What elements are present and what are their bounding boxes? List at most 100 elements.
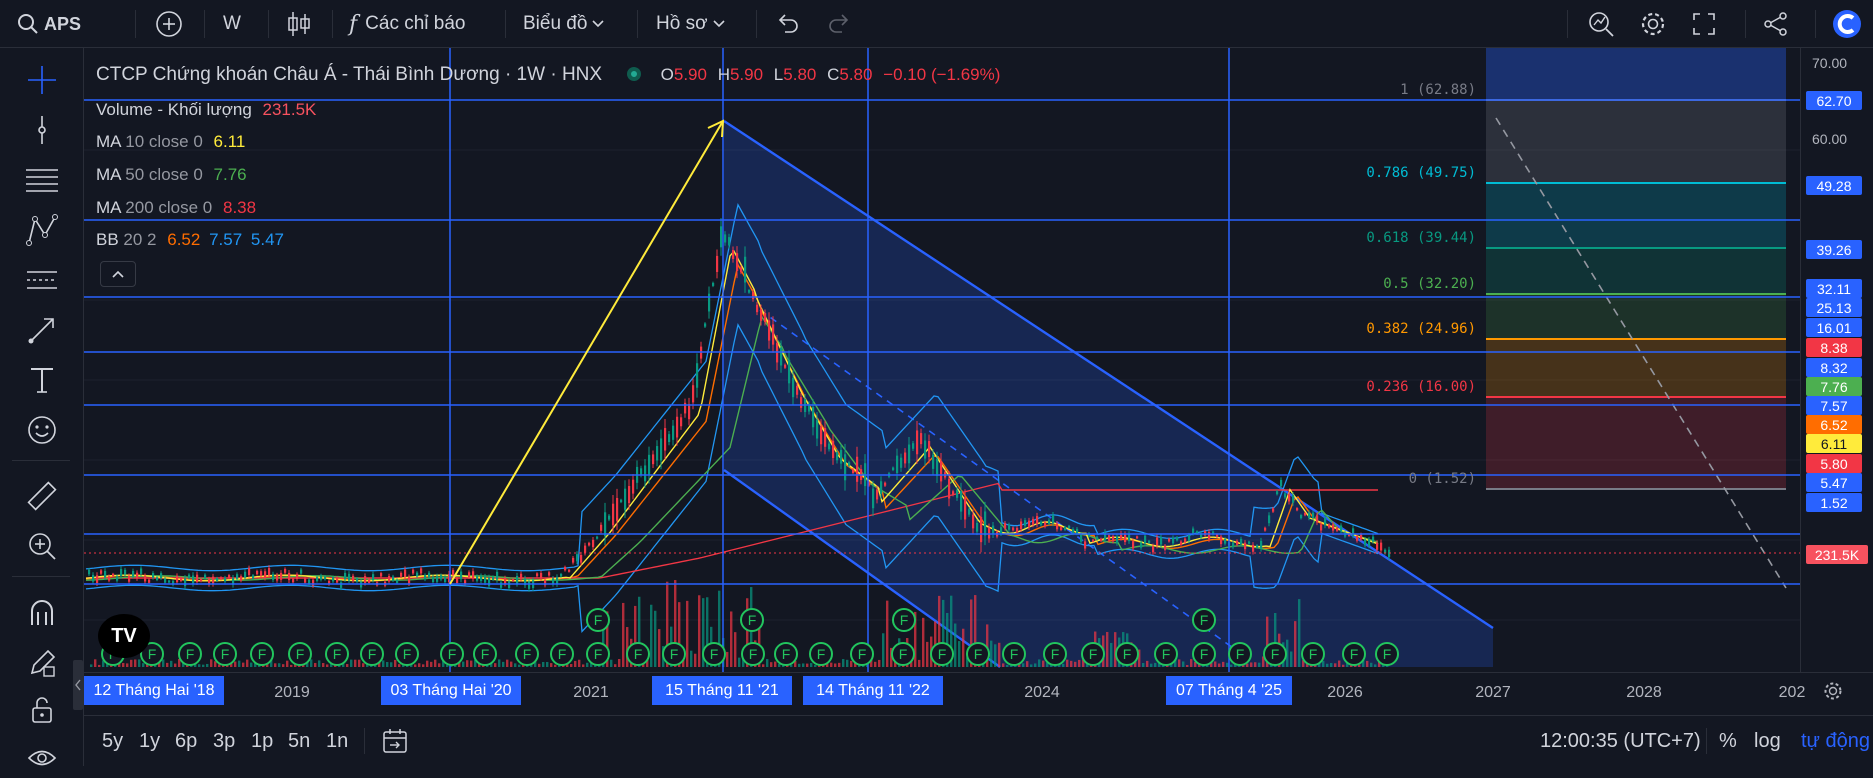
brand-logo[interactable] bbox=[1831, 0, 1863, 48]
candle-body bbox=[924, 440, 927, 459]
chart-style-button[interactable] bbox=[286, 0, 312, 48]
redo-button[interactable] bbox=[826, 0, 852, 48]
symbol-title[interactable]: CTCP Chứng khoán Châu Á - Thái Bình Dươn… bbox=[96, 64, 602, 85]
dividend-marker: F bbox=[740, 608, 764, 632]
search-icon bbox=[18, 14, 38, 34]
candle-body bbox=[1188, 535, 1191, 541]
price-label: 7.76 bbox=[1806, 377, 1862, 396]
candle-body bbox=[1296, 508, 1299, 511]
candle-body bbox=[788, 359, 791, 384]
range-button-5y[interactable]: 5y bbox=[102, 716, 123, 766]
forecast-icon bbox=[27, 271, 57, 289]
candle-body bbox=[580, 554, 583, 563]
candle-body bbox=[1208, 532, 1211, 540]
dividend-marker-letter: F bbox=[296, 646, 305, 662]
volume-bar bbox=[770, 662, 773, 667]
pattern-icon bbox=[26, 214, 58, 246]
stay-in-drawing-tool[interactable] bbox=[18, 643, 66, 683]
candle-body bbox=[320, 575, 323, 580]
volume-bar bbox=[322, 663, 325, 667]
candle-body bbox=[192, 575, 195, 584]
profile-menu[interactable]: Hồ sơ bbox=[656, 0, 730, 48]
brush-tool[interactable] bbox=[18, 310, 66, 350]
candle-body bbox=[964, 497, 967, 520]
candle-body bbox=[884, 482, 887, 486]
volume-legend[interactable]: Volume - Khối lượng 231.5K bbox=[96, 100, 316, 120]
gear-icon bbox=[1824, 682, 1842, 700]
time-label-highlighted: 15 Tháng 11 '21 bbox=[652, 676, 792, 705]
range-button-3p[interactable]: 3p bbox=[213, 716, 235, 766]
candle-body bbox=[432, 576, 435, 583]
trend-line-tool[interactable] bbox=[18, 110, 66, 150]
time-label-year: 2027 bbox=[1475, 684, 1511, 701]
ma50-legend[interactable]: MA 50 close 0 7.76 bbox=[96, 165, 247, 185]
volume-bar bbox=[1226, 662, 1229, 667]
volume-bar bbox=[1298, 599, 1301, 667]
measure-tool[interactable] bbox=[18, 476, 66, 516]
projection-tool[interactable] bbox=[18, 260, 66, 300]
interval-button[interactable]: W bbox=[223, 0, 241, 48]
auto-scale-toggle[interactable]: tự động bbox=[1801, 716, 1870, 766]
emoji-tool[interactable] bbox=[18, 410, 66, 450]
fib-zone bbox=[1486, 48, 1786, 100]
compare-symbol-button[interactable] bbox=[154, 0, 184, 48]
candle-body bbox=[956, 490, 959, 498]
text-tool[interactable] bbox=[18, 360, 66, 400]
top-toolbar: APS W f Các chỉ báo Biểu đồ Hồ sơ bbox=[0, 0, 1873, 48]
ma10-legend[interactable]: MA 10 close 0 6.11 bbox=[96, 132, 245, 152]
lock-drawings-tool[interactable] bbox=[18, 690, 66, 730]
volume-bar bbox=[814, 664, 817, 667]
candle-body bbox=[468, 572, 471, 578]
main-chart[interactable]: FFFFFFFFFFFFFFFFFFFFFFFFFFFFFFFFFFFFFFF bbox=[84, 48, 1873, 715]
volume-bar bbox=[438, 663, 441, 667]
bb-legend[interactable]: BB 20 2 6.52 7.57 5.47 bbox=[96, 230, 284, 250]
collapse-legend-button[interactable] bbox=[100, 261, 136, 287]
percent-toggle[interactable]: % bbox=[1719, 716, 1737, 766]
range-button-6p[interactable]: 6p bbox=[175, 716, 197, 766]
plus-circle-icon bbox=[156, 11, 182, 37]
high-label: H bbox=[717, 65, 730, 84]
pattern-tool[interactable] bbox=[18, 210, 66, 250]
price-label: 6.52 bbox=[1806, 415, 1862, 434]
log-toggle[interactable]: log bbox=[1754, 716, 1781, 766]
indicators-button[interactable]: f Các chỉ báo bbox=[349, 0, 466, 48]
hide-drawings-tool[interactable] bbox=[18, 738, 66, 778]
time-axis[interactable] bbox=[84, 672, 1873, 714]
undo-button[interactable] bbox=[775, 0, 801, 48]
bb-lower-value: 5.47 bbox=[250, 230, 284, 249]
quick-search-button[interactable] bbox=[1586, 0, 1616, 48]
zoom-in-tool[interactable] bbox=[18, 526, 66, 566]
fib-tool[interactable] bbox=[18, 160, 66, 200]
candle-body bbox=[984, 511, 987, 536]
volume-bar bbox=[1006, 664, 1009, 667]
volume-bar bbox=[1258, 662, 1261, 667]
dividend-marker: F bbox=[1081, 642, 1105, 666]
ma200-legend[interactable]: MA 200 close 0 8.38 bbox=[96, 198, 256, 218]
symbol-search-button[interactable]: APS bbox=[16, 0, 81, 48]
magnet-tool[interactable] bbox=[18, 593, 66, 633]
candle-body bbox=[1220, 536, 1223, 545]
share-button[interactable] bbox=[1762, 0, 1790, 48]
axis-settings-button[interactable] bbox=[1822, 680, 1844, 707]
range-button-5n[interactable]: 5n bbox=[288, 716, 310, 766]
candle-body bbox=[1232, 542, 1235, 548]
tradingview-logo[interactable]: TV bbox=[98, 614, 150, 658]
range-button-1p[interactable]: 1p bbox=[251, 716, 273, 766]
candle-body bbox=[800, 397, 803, 408]
chart-type-menu[interactable]: Biểu đồ bbox=[523, 0, 609, 48]
go-to-date-button[interactable] bbox=[380, 716, 410, 766]
timezone-clock[interactable]: 12:00:35 (UTC+7) bbox=[1540, 716, 1701, 766]
settings-button[interactable] bbox=[1638, 0, 1668, 48]
fullscreen-button[interactable] bbox=[1690, 0, 1718, 48]
range-button-1y[interactable]: 1y bbox=[139, 716, 160, 766]
dividend-marker: F bbox=[891, 642, 915, 666]
candle-body bbox=[116, 576, 119, 581]
redo-icon bbox=[829, 14, 849, 33]
crosshair-tool[interactable] bbox=[18, 60, 66, 100]
candle-body bbox=[736, 253, 739, 271]
range-button-1n[interactable]: 1n bbox=[326, 716, 348, 766]
collapse-toolbar-handle[interactable] bbox=[73, 660, 83, 710]
candle-body bbox=[408, 577, 411, 584]
candle-body bbox=[920, 433, 923, 445]
candle-body bbox=[992, 525, 995, 535]
